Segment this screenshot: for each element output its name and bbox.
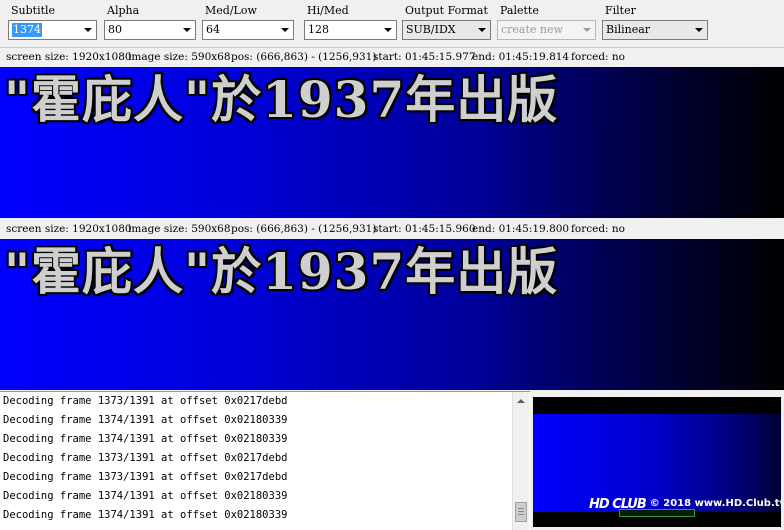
forced-text: forced: no	[571, 223, 626, 235]
info-bar-bottom: screen size: 1920x1080 image size: 590x6…	[0, 220, 784, 239]
subtitle-select[interactable]: 1374	[8, 20, 97, 40]
palette-value: create new	[501, 23, 563, 36]
filter-value: Bilinear	[606, 23, 651, 36]
log-line: Decoding frame 1374/1391 at offset 0x021…	[3, 414, 288, 426]
medlow-threshold-label: Med/Low Threshold	[205, 4, 261, 32]
scroll-up-arrow-icon[interactable]	[513, 392, 529, 409]
subtitle-value[interactable]: 1374	[12, 23, 42, 37]
forced-text: forced: no	[571, 51, 626, 63]
output-format-group: Output Format SUB/IDX	[402, 3, 491, 40]
chevron-down-icon[interactable]	[578, 21, 595, 39]
position-text: pos: (666,863) - (1256,931)	[231, 223, 377, 235]
log-line: Decoding frame 1374/1391 at offset 0x021…	[3, 509, 288, 521]
himed-threshold-label: Hi/Med Threshold	[307, 4, 363, 32]
video-frame: HD CLUB © 2018 www.HD.Club.tw	[533, 397, 781, 527]
medlow-threshold-value: 64	[206, 23, 220, 36]
end-time-text: end: 01:45:19.814	[472, 51, 570, 63]
subtitle-preview-top: "霍庇人"於1937年出版	[0, 67, 784, 218]
image-size-text: image size: 590x68	[128, 223, 231, 235]
screen-size-text: screen size: 1920x1080	[6, 51, 132, 63]
subtitle-preview-bottom: "霍庇人"於1937年出版	[0, 239, 784, 390]
log-line: Decoding frame 1374/1391 at offset 0x021…	[3, 433, 288, 445]
palette-select[interactable]: create new	[497, 20, 596, 40]
palette-group: Palette create new	[497, 3, 596, 40]
chevron-down-icon[interactable]	[79, 21, 96, 39]
medlow-threshold-group: Med/Low Threshold 64	[202, 3, 294, 40]
chevron-down-icon[interactable]	[276, 21, 293, 39]
log-line: Decoding frame 1373/1391 at offset 0x021…	[3, 395, 288, 407]
filter-group: Filter Bilinear	[602, 3, 708, 40]
image-size-text: image size: 590x68	[128, 51, 231, 63]
end-time-text: end: 01:45:19.800	[472, 223, 570, 235]
alpha-threshold-value: 80	[108, 23, 122, 36]
output-format-label: Output Format	[405, 4, 488, 17]
filter-select[interactable]: Bilinear	[602, 20, 708, 40]
chevron-down-icon[interactable]	[379, 21, 396, 39]
position-text: pos: (666,863) - (1256,931)	[231, 51, 377, 63]
video-thumbnail-pane: HD CLUB © 2018 www.HD.Club.tw	[530, 391, 784, 530]
medlow-threshold-select[interactable]: 64	[202, 20, 294, 40]
subtitle-group: Subtitle 1374	[8, 3, 97, 40]
alpha-threshold-group: Alpha Threshold 80	[104, 3, 196, 40]
log-line: Decoding frame 1373/1391 at offset 0x021…	[3, 452, 288, 464]
filter-label: Filter	[605, 4, 636, 17]
subtitle-image-text: "霍庇人"於1937年出版	[4, 242, 559, 301]
chevron-down-icon[interactable]	[473, 21, 490, 39]
alpha-threshold-label: Alpha Threshold	[107, 4, 163, 32]
scrollbar-thumb[interactable]	[515, 502, 527, 522]
chevron-down-icon[interactable]	[690, 21, 707, 39]
log-scrollbar[interactable]	[512, 392, 529, 530]
himed-threshold-group: Hi/Med Threshold 128	[304, 3, 397, 40]
alpha-threshold-select[interactable]: 80	[104, 20, 196, 40]
log-line: Decoding frame 1374/1391 at offset 0x021…	[3, 490, 288, 502]
start-time-text: start: 01:45:15.960	[373, 223, 476, 235]
output-format-value: SUB/IDX	[406, 23, 456, 36]
subtitle-image-text: "霍庇人"於1937年出版	[4, 70, 559, 129]
watermark-text: © 2018 www.HD.Club.tw	[649, 498, 781, 509]
palette-label: Palette	[500, 4, 539, 17]
info-bar-top: screen size: 1920x1080 image size: 590x6…	[0, 48, 784, 67]
himed-threshold-select[interactable]: 128	[304, 20, 397, 40]
log-line: Decoding frame 1373/1391 at offset 0x021…	[3, 471, 288, 483]
screen-size-text: screen size: 1920x1080	[6, 223, 132, 235]
chevron-down-icon[interactable]	[178, 21, 195, 39]
decode-log[interactable]: Decoding frame 1373/1391 at offset 0x021…	[0, 391, 530, 530]
subtitle-bounding-box	[619, 509, 695, 517]
output-format-select[interactable]: SUB/IDX	[402, 20, 491, 40]
toolbar: Subtitle 1374 Alpha Threshold 80 Med/Low…	[0, 0, 784, 48]
subtitle-label: Subtitle	[11, 4, 56, 17]
start-time-text: start: 01:45:15.977	[373, 51, 476, 63]
himed-threshold-value: 128	[308, 23, 329, 36]
